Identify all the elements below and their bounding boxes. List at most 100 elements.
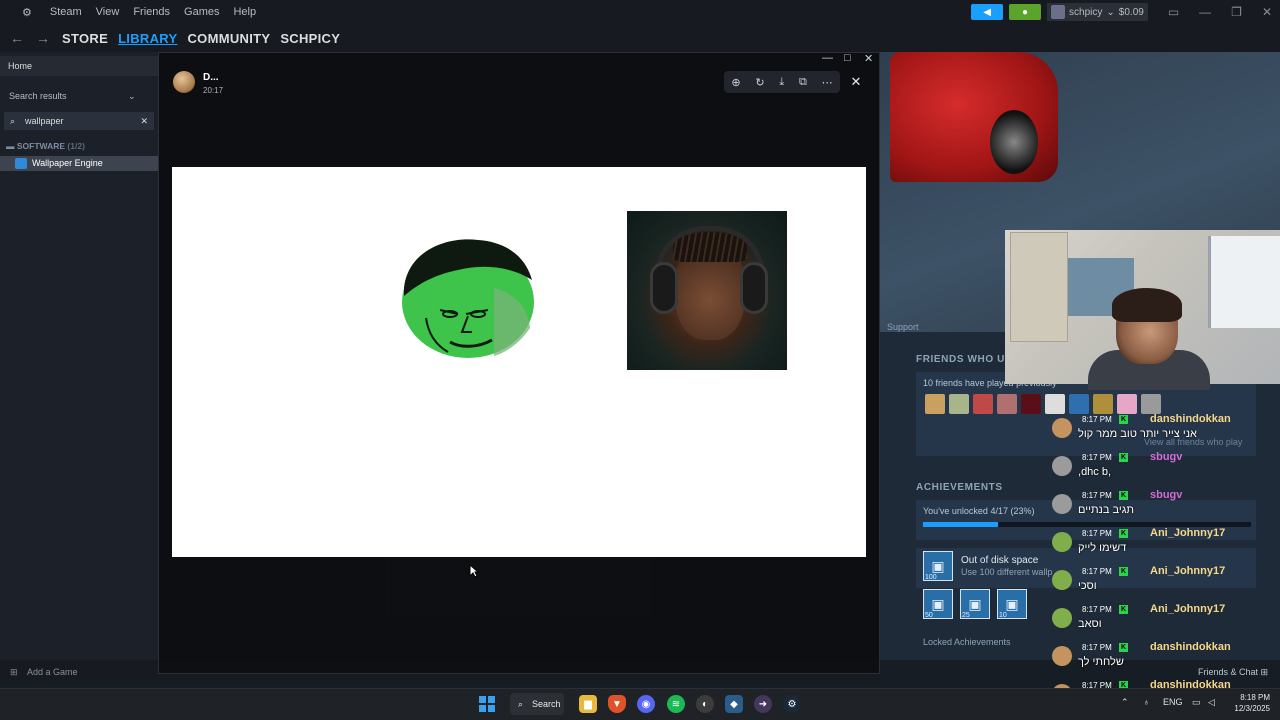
viewer-maximize-icon[interactable]: □: [844, 52, 851, 64]
forward-arrow-icon[interactable]: →: [36, 30, 50, 46]
friend-avatar[interactable]: [997, 394, 1017, 414]
friend-avatar[interactable]: [949, 394, 969, 414]
taskbar-clock[interactable]: 8:18 PM 12/3/2025: [1226, 692, 1270, 714]
close-viewer-icon[interactable]: ✕: [846, 72, 866, 92]
achievements-progress-fill: [923, 522, 999, 527]
chat-text: וסאב: [1078, 618, 1102, 630]
app-icon[interactable]: ◆: [725, 695, 743, 713]
nav-profile[interactable]: SCHPICY: [280, 31, 340, 46]
achievement-image-icon[interactable]: ▣ 10: [997, 589, 1027, 619]
nav-library[interactable]: LIBRARY: [118, 31, 177, 46]
achievement-image-icon[interactable]: ▣ 25: [960, 589, 990, 619]
achievement-title: Out of disk space: [961, 555, 1039, 566]
chat-avatar: [1052, 494, 1072, 514]
chat-username: Ani_Johnny17: [1150, 527, 1226, 539]
viewer-toolbar: ⊕ ↻ ⤓ ⧉ ⋯: [724, 71, 840, 93]
friend-avatar[interactable]: [1141, 394, 1161, 414]
sidebar-item-wallpaper-engine[interactable]: Wallpaper Engine: [0, 156, 158, 171]
discord-icon[interactable]: ◉: [637, 695, 655, 713]
clear-search-icon[interactable]: ✕: [140, 112, 148, 130]
back-arrow-icon[interactable]: ←: [10, 30, 24, 46]
chat-username: Ani_Johnny17: [1150, 565, 1226, 577]
achievement-image-icon[interactable]: ▣ 50: [923, 589, 953, 619]
account-menu[interactable]: schpicy ⌄ $0.09: [1047, 3, 1148, 21]
viewer-window-close-icon[interactable]: ✕: [864, 52, 873, 65]
menu-friends[interactable]: Friends: [133, 6, 170, 18]
nav-community[interactable]: COMMUNITY: [187, 31, 270, 46]
headphone-ear-left: [650, 262, 678, 314]
webcam-person-hair: [1112, 288, 1182, 322]
steam-logo-icon: ⚙: [22, 6, 32, 19]
support-link[interactable]: Support: [887, 322, 919, 332]
kick-badge-icon: K: [1119, 567, 1128, 576]
chat-time: 8:17 PM: [1082, 643, 1112, 652]
chat-username: danshindokkan: [1150, 413, 1231, 425]
search-icon: ⌕: [518, 699, 524, 709]
zoom-in-icon[interactable]: ⊕: [731, 76, 740, 89]
friend-avatar[interactable]: [973, 394, 993, 414]
chat-avatar: [1052, 608, 1072, 628]
chat-message: 8:17 PM K Ani_Johnny17 וסאב: [1052, 603, 1280, 643]
sender-name: D...: [203, 72, 219, 83]
chat-username: Ani_Johnny17: [1150, 603, 1226, 615]
chat-time: 8:17 PM: [1082, 567, 1112, 576]
download-icon[interactable]: ⤓: [779, 76, 784, 89]
maximize-icon[interactable]: ❐: [1231, 5, 1242, 19]
account-username: schpicy: [1069, 6, 1103, 18]
language-indicator[interactable]: ENG: [1163, 697, 1183, 707]
more-icon[interactable]: ⋯: [822, 76, 833, 89]
library-search-input[interactable]: ⌕ wallpaper ✕: [4, 112, 154, 130]
app-icon[interactable]: ➜: [754, 695, 772, 713]
chat-username: sbugv: [1150, 489, 1183, 501]
car-artwork: [890, 52, 1058, 182]
bell-icon: ●: [1022, 6, 1029, 18]
locked-achievements-label: Locked Achievements: [923, 637, 1011, 647]
chat-time: 8:17 PM: [1082, 415, 1112, 424]
microphone-icon[interactable]: ♁: [1143, 697, 1150, 707]
sidebar-section-software[interactable]: ▬ SOFTWARE (1/2): [6, 141, 85, 151]
nav-store[interactable]: STORE: [62, 31, 108, 46]
kick-badge-icon: K: [1119, 643, 1128, 652]
friend-avatar[interactable]: [1117, 394, 1137, 414]
obs-icon[interactable]: ◐: [696, 695, 714, 713]
headphone-ear-right: [740, 262, 768, 314]
notifications-button[interactable]: ●: [1009, 4, 1042, 20]
rotate-icon[interactable]: ↻: [755, 76, 764, 89]
chat-time: 8:17 PM: [1082, 453, 1112, 462]
viewer-minimize-icon[interactable]: —: [822, 52, 833, 64]
menu-games[interactable]: Games: [184, 6, 219, 18]
menu-help[interactable]: Help: [233, 6, 256, 18]
taskbar-search[interactable]: ⌕ Search: [510, 693, 564, 715]
spotify-icon[interactable]: ≋: [667, 695, 685, 713]
brave-browser-icon[interactable]: ▼: [608, 695, 626, 713]
sidebar-filter[interactable]: Search results ⌄: [0, 86, 158, 106]
close-icon[interactable]: ✕: [1262, 5, 1272, 19]
friend-avatar[interactable]: [1069, 394, 1089, 414]
chat-text: שלחתי לך: [1078, 656, 1124, 668]
sender-avatar[interactable]: [173, 71, 195, 93]
chat-text: וסכי: [1078, 580, 1097, 592]
friend-avatar[interactable]: [1021, 394, 1041, 414]
steam-menu[interactable]: ⚙ Steam: [8, 6, 82, 19]
clock-time: 8:18 PM: [1240, 693, 1270, 702]
achievement-image-icon: ▣ 100: [923, 551, 953, 581]
sidebar-home[interactable]: Home: [0, 56, 158, 76]
file-explorer-icon[interactable]: ▆: [579, 695, 597, 713]
big-picture-icon[interactable]: ▭: [1168, 5, 1179, 19]
broadcast-button[interactable]: ◀: [971, 4, 1004, 20]
windows-start-icon[interactable]: [479, 696, 495, 712]
friend-avatar[interactable]: [925, 394, 945, 414]
chat-username: sbugv: [1150, 451, 1183, 463]
sent-time: 20:17: [203, 86, 224, 95]
steam-taskbar-icon[interactable]: ⚙: [783, 695, 801, 713]
volume-icon[interactable]: ◁: [1208, 697, 1215, 708]
network-icon[interactable]: ▭: [1192, 697, 1201, 708]
minimize-icon[interactable]: —: [1199, 5, 1211, 19]
chat-text: דשימו לייק: [1078, 542, 1127, 554]
chevron-up-icon[interactable]: ⌃: [1121, 697, 1129, 708]
friend-avatar[interactable]: [1093, 394, 1113, 414]
open-external-icon[interactable]: ⧉: [799, 76, 807, 89]
chat-text: ,dhc b,: [1078, 466, 1112, 478]
friend-avatar[interactable]: [1045, 394, 1065, 414]
menu-view[interactable]: View: [96, 6, 120, 18]
